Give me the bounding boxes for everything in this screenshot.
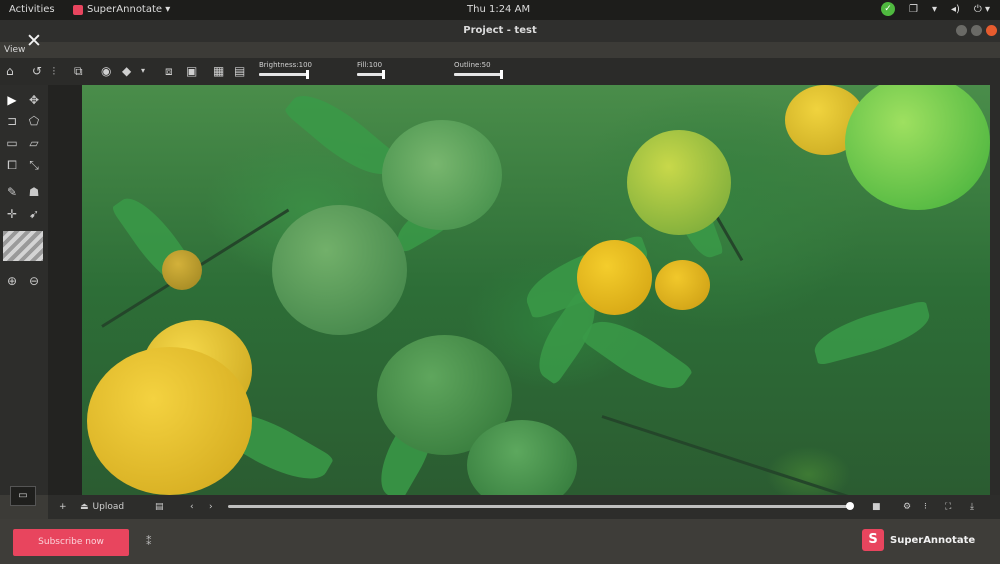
outline-knob[interactable] (500, 70, 503, 79)
grid-icon[interactable]: ▦ (213, 64, 224, 78)
window-title-bar: Project - test (0, 20, 1000, 42)
cuboid-icon[interactable]: ⧠ (4, 157, 20, 173)
next-image-icon[interactable]: › (209, 500, 213, 514)
polyline-icon[interactable]: ⊐ (4, 113, 20, 129)
brightness-knob[interactable] (306, 70, 309, 79)
green-citrus-fruit (467, 420, 577, 495)
outline-track[interactable] (454, 70, 503, 79)
power-icon[interactable]: ⏻ ▾ (974, 4, 990, 15)
brightness-track[interactable] (259, 70, 309, 79)
branch (601, 415, 850, 495)
brightness-slider[interactable]: Brightness:100 (259, 61, 313, 79)
outline-slider[interactable]: Outline:50 (454, 61, 503, 79)
app-root: Activities SuperAnnotate ▾ Thu 1:24 AM ✓… (0, 0, 1000, 564)
fill-icon[interactable]: ◆ (122, 64, 131, 78)
green-lemon (845, 85, 990, 210)
eye-icon[interactable]: ◉ (101, 64, 111, 78)
image-progress-track[interactable] (228, 505, 852, 508)
green-citrus-fruit (382, 120, 502, 230)
layers-icon[interactable]: ▤ (234, 64, 245, 78)
menu-icon[interactable]: ⁑ (146, 535, 152, 548)
fill-knob[interactable] (382, 70, 385, 79)
network-icon[interactable]: ▾ (932, 4, 937, 15)
leaf (809, 300, 935, 366)
maximize-button[interactable] (971, 25, 982, 36)
zoom-out-icon[interactable]: ⊖ (26, 273, 42, 289)
more-icon[interactable]: ⁝ (924, 500, 927, 514)
clock[interactable]: Thu 1:24 AM (467, 4, 530, 15)
panel-toggle-icon[interactable]: ▭ (10, 486, 36, 506)
settings-icon[interactable]: ⚙ (903, 500, 911, 514)
subscribe-button[interactable]: Subscribe now (13, 529, 129, 556)
superannotate-app-icon (73, 4, 83, 15)
home-icon[interactable]: ⌂ (6, 64, 14, 78)
menu-bar (0, 42, 1000, 58)
template-icon[interactable]: ⤡ (26, 157, 42, 173)
superannotate-logo-icon: ✕ (26, 30, 42, 52)
previous-image-icon[interactable]: ‹ (190, 500, 194, 514)
yellow-green-lemon (627, 130, 731, 235)
fill-label: Fill:100 (357, 61, 383, 69)
pattern-swatch[interactable] (3, 231, 43, 261)
view-menu[interactable]: View (4, 45, 25, 55)
green-citrus-fruit (272, 205, 407, 335)
tools-panel: ▶ ✥ ⊐ ⬠ ▭ ▱ ⧠ ⤡ ✎ ☗ ✛ ➹ ⊕ ⊖ (0, 85, 48, 495)
zoom-in-icon[interactable]: ⊕ (4, 273, 20, 289)
superannotate-logo-icon: S (862, 529, 884, 551)
bbox-icon[interactable]: ▭ (4, 135, 20, 151)
image-progress-knob[interactable] (846, 502, 854, 510)
copy-icon[interactable]: ⧉ (74, 64, 83, 78)
brush-icon[interactable]: ✎ (4, 184, 20, 200)
canvas-scrollbar[interactable] (990, 85, 1000, 495)
move-icon[interactable]: ✛ (4, 206, 20, 222)
leaf (580, 307, 694, 403)
canvas-gutter (48, 85, 82, 495)
rotated-box-icon[interactable]: ▱ (26, 135, 42, 151)
close-window-button[interactable] (986, 25, 997, 36)
brightness-label: Brightness:100 (259, 61, 313, 69)
fullscreen-icon[interactable]: ⛶ (945, 500, 951, 514)
brand-name: SuperAnnotate (890, 534, 976, 546)
window-title: Project - test (463, 25, 537, 36)
save-icon[interactable]: ■ (872, 500, 881, 514)
yellow-lemon (577, 240, 652, 315)
magic-wand-icon[interactable]: ☗ (26, 184, 42, 200)
yellow-lemon (655, 260, 710, 310)
activities-button[interactable]: Activities (9, 4, 55, 15)
yellow-lemon (87, 347, 252, 495)
outline-label: Outline:50 (454, 61, 491, 69)
paste-icon[interactable]: ▣ (186, 64, 197, 78)
minimize-button[interactable] (956, 25, 967, 36)
upload-icon: ⏏ (80, 502, 89, 512)
redo-icon[interactable]: ⁝ (52, 64, 56, 78)
download-icon[interactable]: ⤓ (970, 500, 974, 514)
app-menu-label: SuperAnnotate ▾ (87, 4, 171, 15)
fill-track[interactable] (357, 70, 385, 79)
upload-button[interactable]: ⏏ Upload (80, 500, 124, 514)
polygon-icon[interactable]: ⬠ (26, 113, 42, 129)
app-menu[interactable]: SuperAnnotate ▾ (73, 4, 170, 15)
undo-icon[interactable]: ↺ (32, 64, 42, 78)
window-switch-icon[interactable]: ❐ (909, 4, 918, 15)
chevron-down-icon[interactable]: ▾ (141, 64, 145, 78)
system-tray[interactable]: ✓ ❐ ▾ ◂) ⏻ ▾ (880, 2, 990, 16)
shield-check-icon[interactable]: ✓ (880, 2, 895, 16)
pin-icon[interactable]: ➹ (26, 206, 42, 222)
add-icon[interactable]: + (59, 500, 67, 514)
fill-slider[interactable]: Fill:100 (357, 61, 385, 79)
duplicate-icon[interactable]: ⧈ (165, 64, 173, 78)
yellow-lemon (162, 250, 202, 290)
system-top-bar: Activities SuperAnnotate ▾ Thu 1:24 AM ✓… (0, 0, 1000, 20)
document-icon[interactable]: ▤ (155, 500, 164, 514)
brand: S SuperAnnotate (862, 529, 975, 551)
point-icon[interactable]: ✥ (26, 92, 42, 108)
volume-icon[interactable]: ◂) (951, 4, 960, 15)
select-icon[interactable]: ▶ (4, 92, 20, 108)
upload-label: Upload (92, 502, 125, 512)
annotation-canvas[interactable] (82, 85, 990, 495)
